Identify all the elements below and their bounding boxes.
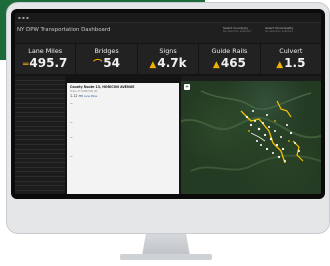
kpi-value: 465 (220, 56, 246, 70)
road-detail-card: County Route 13, HORICON AVENUE Town of … (67, 83, 179, 194)
title-bar: NY DPW Transportation Dashboard Select C… (15, 23, 321, 43)
kpi-value: 1.5 (284, 56, 306, 70)
list-item[interactable] (15, 186, 65, 191)
kpi-value: 4.7k (157, 56, 187, 70)
section-placeholder: — (70, 121, 73, 124)
road-icon: ═ (23, 60, 29, 70)
section-placeholder: — (70, 102, 73, 105)
guide-rail-icon: ▲ (212, 60, 220, 70)
road-map[interactable]: + (181, 81, 321, 194)
dashboard-title: NY DPW Transportation Dashboard (17, 27, 111, 33)
app-top-bar: ▪ ▪ ▪ (15, 13, 321, 23)
detail-title: County Route 13, HORICON AVENUE (70, 85, 135, 89)
zoom-in-button[interactable]: + (184, 84, 190, 90)
municipality-filter[interactable]: Select Municipality No selection selecte… (265, 26, 313, 33)
road-list-panel[interactable] (15, 76, 65, 194)
sign-icon: ▲ (149, 60, 157, 70)
monitor-frame: ▪ ▪ ▪ NY DPW Transportation Dashboard Se… (6, 2, 330, 234)
kpi-row: Lane Miles ═495.7 Bridges ⌒54 Signs ▲4.7… (15, 44, 321, 74)
kpi-label: Guide Rails (211, 47, 248, 55)
kpi-lane-miles[interactable]: Lane Miles ═495.7 (15, 44, 76, 74)
kpi-label: Bridges (94, 47, 119, 55)
section-placeholder: — (70, 155, 73, 158)
monitor-chin (12, 200, 324, 228)
kpi-label: Culvert (279, 47, 303, 55)
county-filter-value: No selection selected (223, 30, 251, 33)
kpi-value: 54 (103, 56, 120, 70)
detail-subtitle: Town of HORICON (P) (70, 90, 98, 93)
municipality-filter-value: No selection selected (265, 30, 293, 33)
kpi-signs[interactable]: Signs ▲4.7k (137, 44, 199, 74)
segment-length-value: 1.12 mi (70, 94, 83, 98)
county-filter[interactable]: Select County(s) No selection selected (223, 26, 263, 33)
dashboard-screen: ▪ ▪ ▪ NY DPW Transportation Dashboard Se… (15, 13, 321, 194)
bridge-icon: ⌒ (93, 60, 103, 70)
monitor-stand (142, 234, 190, 256)
kpi-label: Lane Miles (28, 47, 63, 55)
monitor-base (120, 254, 212, 260)
kpi-bridges[interactable]: Bridges ⌒54 (76, 44, 137, 74)
kpi-culverts[interactable]: Culvert ▲1.5 (260, 44, 321, 74)
kpi-guide-rails[interactable]: Guide Rails ▲465 (199, 44, 260, 74)
culvert-icon: ▲ (276, 60, 284, 70)
app-logo: ▪ ▪ ▪ (18, 15, 29, 20)
kpi-label: Signs (159, 47, 177, 55)
lane-miles-link[interactable]: Lane Miles (84, 95, 97, 98)
map-overlay (181, 90, 321, 172)
kpi-value: 495.7 (29, 56, 68, 70)
section-placeholder: — (70, 136, 73, 139)
segment-length: 1.12 mi Lane Miles (70, 94, 176, 98)
monitor-bezel: ▪ ▪ ▪ NY DPW Transportation Dashboard Se… (11, 9, 325, 199)
